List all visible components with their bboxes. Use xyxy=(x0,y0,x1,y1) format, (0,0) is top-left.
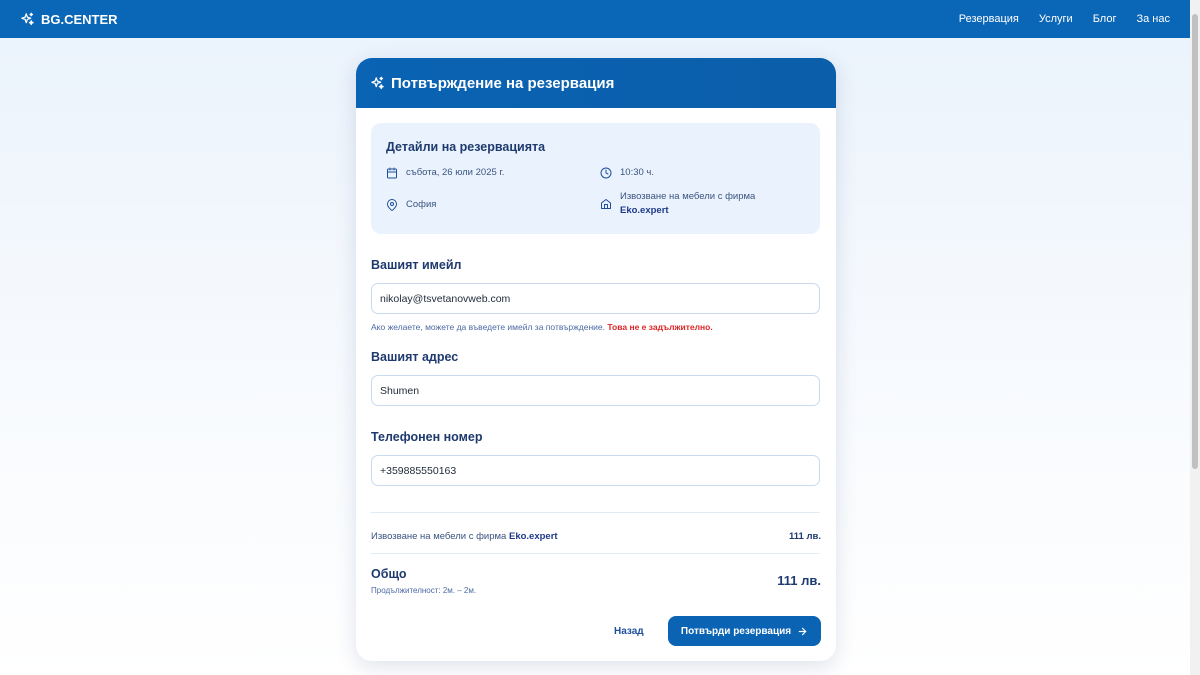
email-hint: Ако желаете, можете да въведете имейл за… xyxy=(371,322,713,332)
confirm-reservation-button[interactable]: Потвърди резервация xyxy=(668,616,821,646)
detail-city: София xyxy=(386,199,436,211)
brand-name: BG.CENTER xyxy=(41,11,118,27)
city-value: София xyxy=(406,199,437,210)
email-hint-text: Ако желаете, можете да въведете имейл за… xyxy=(371,322,606,332)
total-label: Общо xyxy=(371,567,407,581)
line-item-price: 111 лв. xyxy=(789,531,821,542)
details-heading: Детайли на резервацията xyxy=(386,140,546,154)
reservation-details: Детайли на резервацията събота, 26 юли 2… xyxy=(371,123,820,234)
service-company: Eko.expert xyxy=(620,205,669,216)
service-prefix: Извозване на мебели с фирма xyxy=(620,191,756,202)
confirmation-card: Потвърждение на резервация Детайли на ре… xyxy=(356,58,836,661)
sparkles-icon xyxy=(21,12,34,25)
detail-time: 10:30 ч. xyxy=(600,167,654,179)
nav-link-reservation[interactable]: Резервация xyxy=(959,13,1019,25)
service-text: Извозване на мебели с фирма Eko.expert xyxy=(620,191,755,216)
page-title: Потвърждение на резервация xyxy=(391,74,615,92)
home-icon xyxy=(601,199,611,209)
divider xyxy=(371,553,820,554)
nav-link-services[interactable]: Услуги xyxy=(1039,13,1073,25)
email-hint-emphasis: Това не е задължително. xyxy=(607,322,713,332)
detail-date: събота, 26 юли 2025 г. xyxy=(386,167,504,179)
address-field[interactable]: Shumen xyxy=(371,375,820,406)
email-label: Вашият имейл xyxy=(371,258,462,272)
arrow-right-icon xyxy=(798,627,807,635)
time-value: 10:30 ч. xyxy=(620,167,655,178)
clock-icon xyxy=(600,167,612,179)
detail-service: Извозване на мебели с фирма Eko.expert xyxy=(600,191,755,216)
card-header: Потвърждение на резервация xyxy=(356,58,836,108)
back-button[interactable]: Назад xyxy=(614,626,644,637)
top-navbar: BG.CENTER Резервация Услуги Блог За нас xyxy=(0,0,1190,38)
confirm-button-label: Потвърди резервация xyxy=(680,625,792,637)
page-scrollbar[interactable] xyxy=(1190,0,1200,675)
line-item-prefix: Извозване на мебели с фирма xyxy=(371,531,507,542)
main-nav: Резервация Услуги Блог За нас xyxy=(959,13,1170,25)
nav-link-about[interactable]: За нас xyxy=(1136,13,1170,25)
map-pin-icon xyxy=(386,199,398,211)
line-item-company: Eko.expert xyxy=(508,531,558,542)
summary-line-item: Извозване на мебели с фирма Eko.expert xyxy=(371,531,558,542)
phone-label: Телефонен номер xyxy=(371,430,483,444)
calendar-icon xyxy=(387,167,397,179)
total-price: 111 лв. xyxy=(777,573,821,588)
sparkles-icon xyxy=(371,76,384,89)
nav-link-blog[interactable]: Блог xyxy=(1093,13,1117,25)
phone-field[interactable]: +359885550163 xyxy=(371,455,820,486)
address-label: Вашият адрес xyxy=(371,350,459,364)
date-value: събота, 26 юли 2025 г. xyxy=(406,167,505,178)
brand-logo[interactable]: BG.CENTER xyxy=(20,12,118,27)
divider xyxy=(371,512,820,513)
duration-text: Продължителност: 2м. – 2м. xyxy=(371,586,477,595)
email-field[interactable]: nikolay@tsvetanovweb.com xyxy=(371,283,820,314)
scrollbar-thumb[interactable] xyxy=(1192,14,1198,469)
